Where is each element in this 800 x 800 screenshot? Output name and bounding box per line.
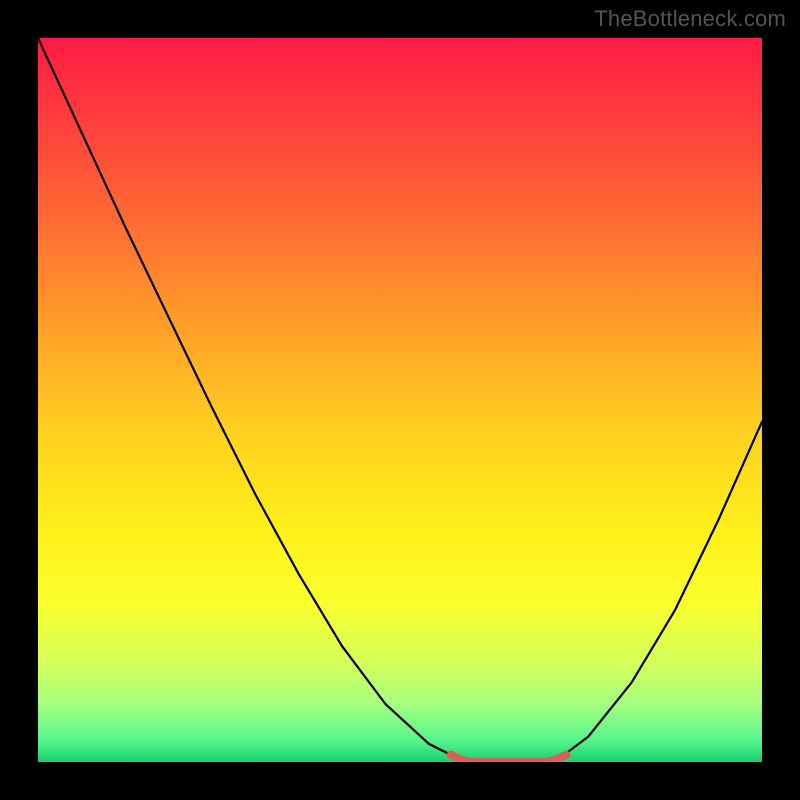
chart-svg bbox=[38, 38, 762, 762]
plot-area bbox=[38, 38, 762, 762]
chart-frame: TheBottleneck.com bbox=[0, 0, 800, 800]
plot-background bbox=[38, 38, 762, 762]
watermark-text: TheBottleneck.com bbox=[594, 6, 786, 32]
